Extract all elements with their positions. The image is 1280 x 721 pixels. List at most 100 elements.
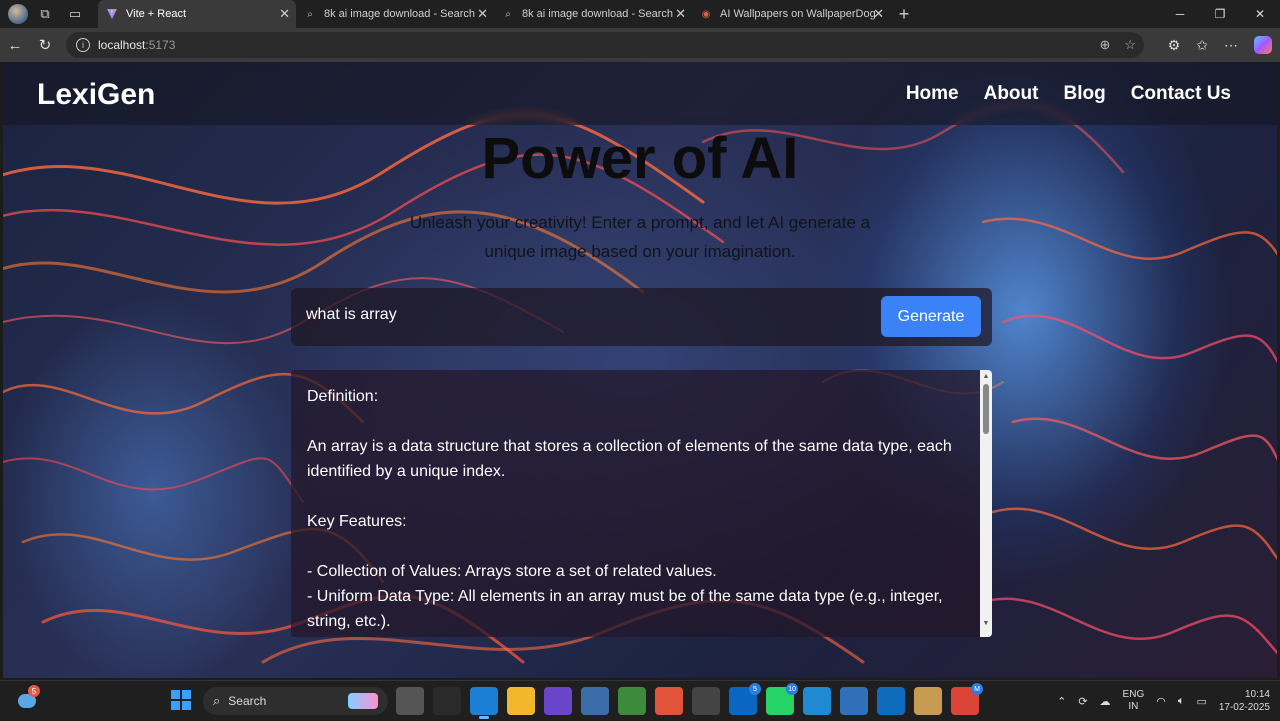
- close-window-icon[interactable]: ✕: [1240, 0, 1280, 28]
- tab-title: AI Wallpapers on WallpaperDog: [720, 8, 876, 20]
- linkedin-icon[interactable]: 5: [729, 683, 761, 715]
- weather-widget[interactable]: 5: [16, 685, 40, 713]
- output-line: Definition:: [307, 388, 379, 405]
- taskbar-search[interactable]: ⌕ Search: [203, 687, 388, 715]
- app-badge: 5: [749, 683, 761, 695]
- language-code: ENG: [1122, 689, 1145, 700]
- clock[interactable]: 10:14 17-02-2025: [1219, 688, 1270, 714]
- clock-date: 17-02-2025: [1218, 702, 1270, 713]
- close-tab-icon[interactable]: ✕: [675, 6, 686, 22]
- search-icon: ⌕: [307, 8, 313, 20]
- output-line: - Collection of Values: Arrays store a s…: [307, 563, 717, 580]
- url-port: :5173: [145, 38, 176, 52]
- pinned-apps: 5 10 M: [396, 683, 983, 719]
- vscode-icon[interactable]: [803, 687, 831, 715]
- window-controls: ─ ❐ ✕: [1160, 0, 1280, 28]
- output-line: Key Features:: [307, 513, 407, 530]
- chatgpt-icon[interactable]: [433, 687, 461, 715]
- app-badge: 10: [786, 683, 798, 695]
- refresh-icon[interactable]: ↻: [30, 30, 60, 60]
- minimize-icon[interactable]: ─: [1160, 0, 1200, 28]
- workspaces-icon[interactable]: ⧉: [30, 0, 60, 28]
- taskbar-search-label: Search: [228, 694, 267, 708]
- url-host: localhost: [98, 38, 146, 52]
- system-tray: ⌃ ⟳ ☁ ENG IN ◠ 🔈︎ ▭ 10:14 17-02-2025: [1057, 681, 1270, 721]
- site-info-icon[interactable]: i: [76, 38, 90, 52]
- onedrive-icon[interactable]: ☁: [1100, 695, 1111, 708]
- generate-button[interactable]: Generate: [881, 296, 981, 337]
- resize-handle-icon[interactable]: [980, 629, 992, 637]
- site-logo[interactable]: LexiGen: [37, 78, 155, 112]
- output-line: - Uniform Data Type: All elements in an …: [307, 588, 943, 630]
- nav-home[interactable]: Home: [906, 83, 959, 105]
- tab-search-2[interactable]: ⌕ 8k ai image download - Search Im ✕: [494, 0, 692, 28]
- maximize-icon[interactable]: ❐: [1200, 0, 1240, 28]
- more-menu-icon[interactable]: ⋯: [1224, 37, 1238, 54]
- prompt-input[interactable]: [306, 306, 866, 324]
- show-hidden-icons-icon[interactable]: ⌃: [1057, 695, 1066, 708]
- sync-icon[interactable]: ⟳: [1078, 695, 1087, 708]
- page-viewport: LexiGen Home About Blog Contact Us Power…: [3, 62, 1277, 678]
- nav-about[interactable]: About: [984, 83, 1039, 105]
- scroll-thumb[interactable]: [983, 384, 989, 434]
- hero-subtitle: Unleash your creativity! Enter a prompt,…: [409, 213, 871, 261]
- zoom-icon[interactable]: ⊕: [1099, 37, 1110, 53]
- nodejs-icon[interactable]: [618, 687, 646, 715]
- close-tab-icon[interactable]: ✕: [873, 6, 884, 22]
- taskbar: 5 ⌕ Search 5 10 M ⌃ ⟳ ☁ ENG IN ◠ 🔈︎ ▭ 10:1…: [0, 680, 1280, 720]
- file-explorer-icon[interactable]: [507, 687, 535, 715]
- git-icon[interactable]: [655, 687, 683, 715]
- site-header: LexiGen Home About Blog Contact Us: [3, 62, 1277, 125]
- tab-title: 8k ai image download - Search Im: [522, 8, 677, 20]
- python-ide-icon[interactable]: [581, 687, 609, 715]
- favorite-star-icon[interactable]: ☆: [1124, 37, 1136, 53]
- windows-start-icon[interactable]: [171, 690, 191, 710]
- back-icon[interactable]: ←: [0, 30, 30, 60]
- output-line: [307, 534, 967, 559]
- remote-desktop-icon[interactable]: [840, 687, 868, 715]
- language-indicator[interactable]: ENG IN: [1123, 689, 1145, 713]
- tab-wallpaperdog[interactable]: ◉ AI Wallpapers on WallpaperDog ✕: [692, 0, 890, 28]
- browser-tab-bar: ⧉ ▭ Vite + React ✕ ⌕ 8k ai image downloa…: [0, 0, 1280, 28]
- nav-blog[interactable]: Blog: [1063, 83, 1105, 105]
- tab-search-1[interactable]: ⌕ 8k ai image download - Search ✕: [296, 0, 494, 28]
- output-line: [307, 484, 967, 509]
- package-icon[interactable]: [914, 687, 942, 715]
- scroll-up-icon[interactable]: ▲: [980, 370, 992, 382]
- terminal-icon[interactable]: [692, 687, 720, 715]
- task-view-icon[interactable]: [396, 687, 424, 715]
- wifi-icon[interactable]: ◠: [1156, 695, 1166, 708]
- scroll-down-icon[interactable]: ▼: [980, 617, 992, 629]
- tab-title: Vite + React: [126, 8, 187, 20]
- github-icon[interactable]: [544, 687, 572, 715]
- prompt-form: Generate: [291, 288, 992, 346]
- whatsapp-icon[interactable]: 10: [766, 683, 798, 715]
- tab-vite-react[interactable]: Vite + React ✕: [98, 0, 296, 28]
- search-highlight-icon: [348, 693, 378, 709]
- region-code: IN: [1128, 701, 1139, 712]
- search-icon: ⌕: [213, 693, 221, 708]
- hero-title: Power of AI: [481, 126, 799, 191]
- outlook-icon[interactable]: [877, 687, 905, 715]
- site-nav: Home About Blog Contact Us: [906, 83, 1231, 105]
- close-tab-icon[interactable]: ✕: [477, 6, 488, 22]
- edge-icon[interactable]: [470, 687, 498, 719]
- output-panel[interactable]: Definition: An array is a data structure…: [291, 370, 992, 637]
- search-icon: ⌕: [505, 8, 511, 20]
- chrome-icon[interactable]: M: [951, 683, 983, 715]
- volume-icon[interactable]: 🔈︎: [1178, 695, 1185, 708]
- output-line: [307, 409, 967, 434]
- output-line: An array is a data structure that stores…: [307, 438, 952, 480]
- extensions-icon[interactable]: ⚙: [1168, 37, 1181, 54]
- profile-button[interactable]: [0, 0, 30, 28]
- output-scrollbar[interactable]: ▲ ▼: [980, 370, 992, 637]
- weather-badge: 5: [28, 685, 40, 697]
- close-tab-icon[interactable]: ✕: [279, 6, 290, 22]
- favorites-icon[interactable]: ✩: [1196, 37, 1208, 54]
- new-tab-button[interactable]: +: [890, 0, 918, 28]
- nav-contact-us[interactable]: Contact Us: [1131, 83, 1231, 105]
- tab-actions-icon[interactable]: ▭: [60, 0, 90, 28]
- copilot-icon[interactable]: [1254, 36, 1272, 54]
- url-field[interactable]: i localhost:5173 ⊕ ☆: [66, 32, 1144, 58]
- battery-icon[interactable]: ▭: [1196, 695, 1206, 708]
